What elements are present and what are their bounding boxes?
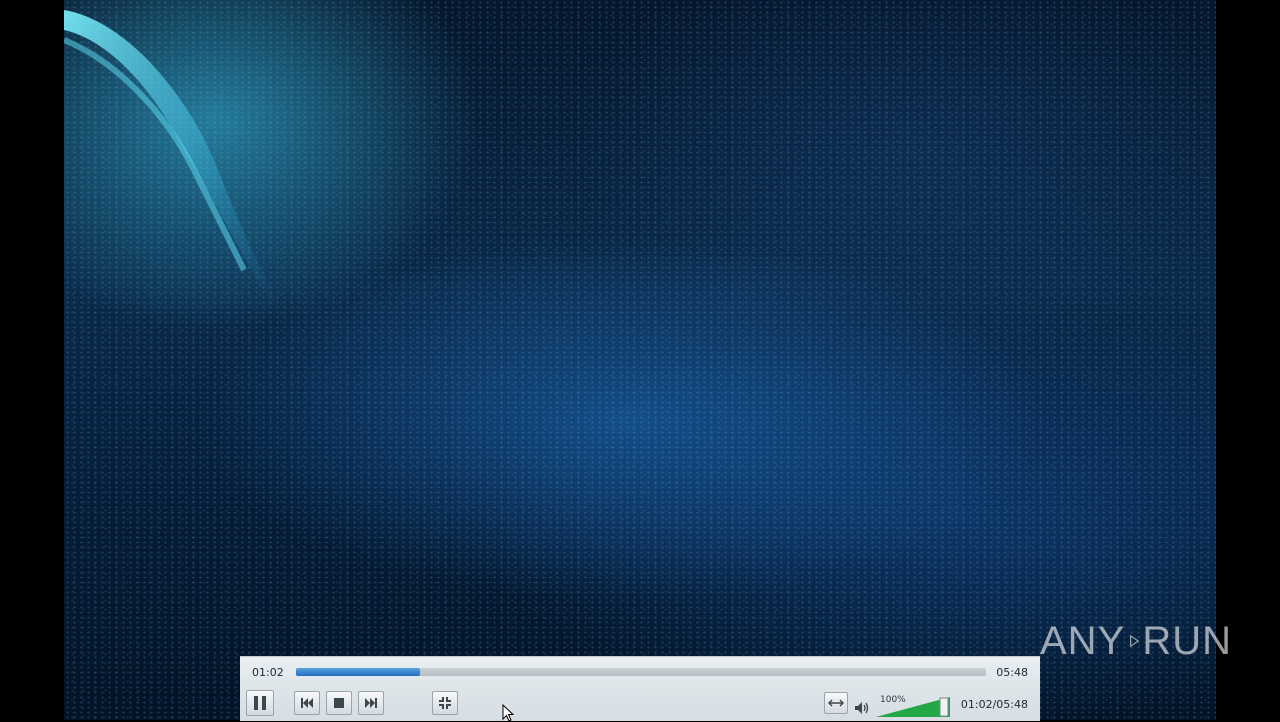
volume-handle [939,697,949,717]
speaker-icon[interactable] [854,701,870,715]
watermark-text-right: RUN [1142,618,1232,663]
volume-percent: 100% [880,695,906,705]
seek-bar[interactable] [296,668,986,676]
previous-button[interactable] [294,691,320,715]
loop-icon [828,699,844,707]
next-button[interactable] [358,691,384,715]
pause-button[interactable] [246,690,274,716]
fullscreen-icon [439,697,451,709]
seek-bar-fill [296,668,421,676]
fullscreen-button[interactable] [432,691,458,715]
skip-previous-icon [301,698,313,708]
stop-button[interactable] [326,691,352,715]
mouse-cursor-icon [502,704,514,722]
stop-icon [334,698,344,708]
time-readout: 01:02/05:48 [960,698,1028,711]
anyrun-watermark: ANY RUN [1040,612,1232,670]
loop-button[interactable] [824,692,848,714]
pause-icon [254,696,266,710]
player-control-bar: 01:02 05:48 100% 01:02/05:48 [240,656,1040,721]
play-logo-icon [1130,634,1140,648]
elapsed-time: 01:02 [252,666,284,679]
skip-next-icon [365,698,377,708]
total-time: 05:48 [996,666,1028,679]
watermark-text-left: ANY [1040,618,1126,663]
